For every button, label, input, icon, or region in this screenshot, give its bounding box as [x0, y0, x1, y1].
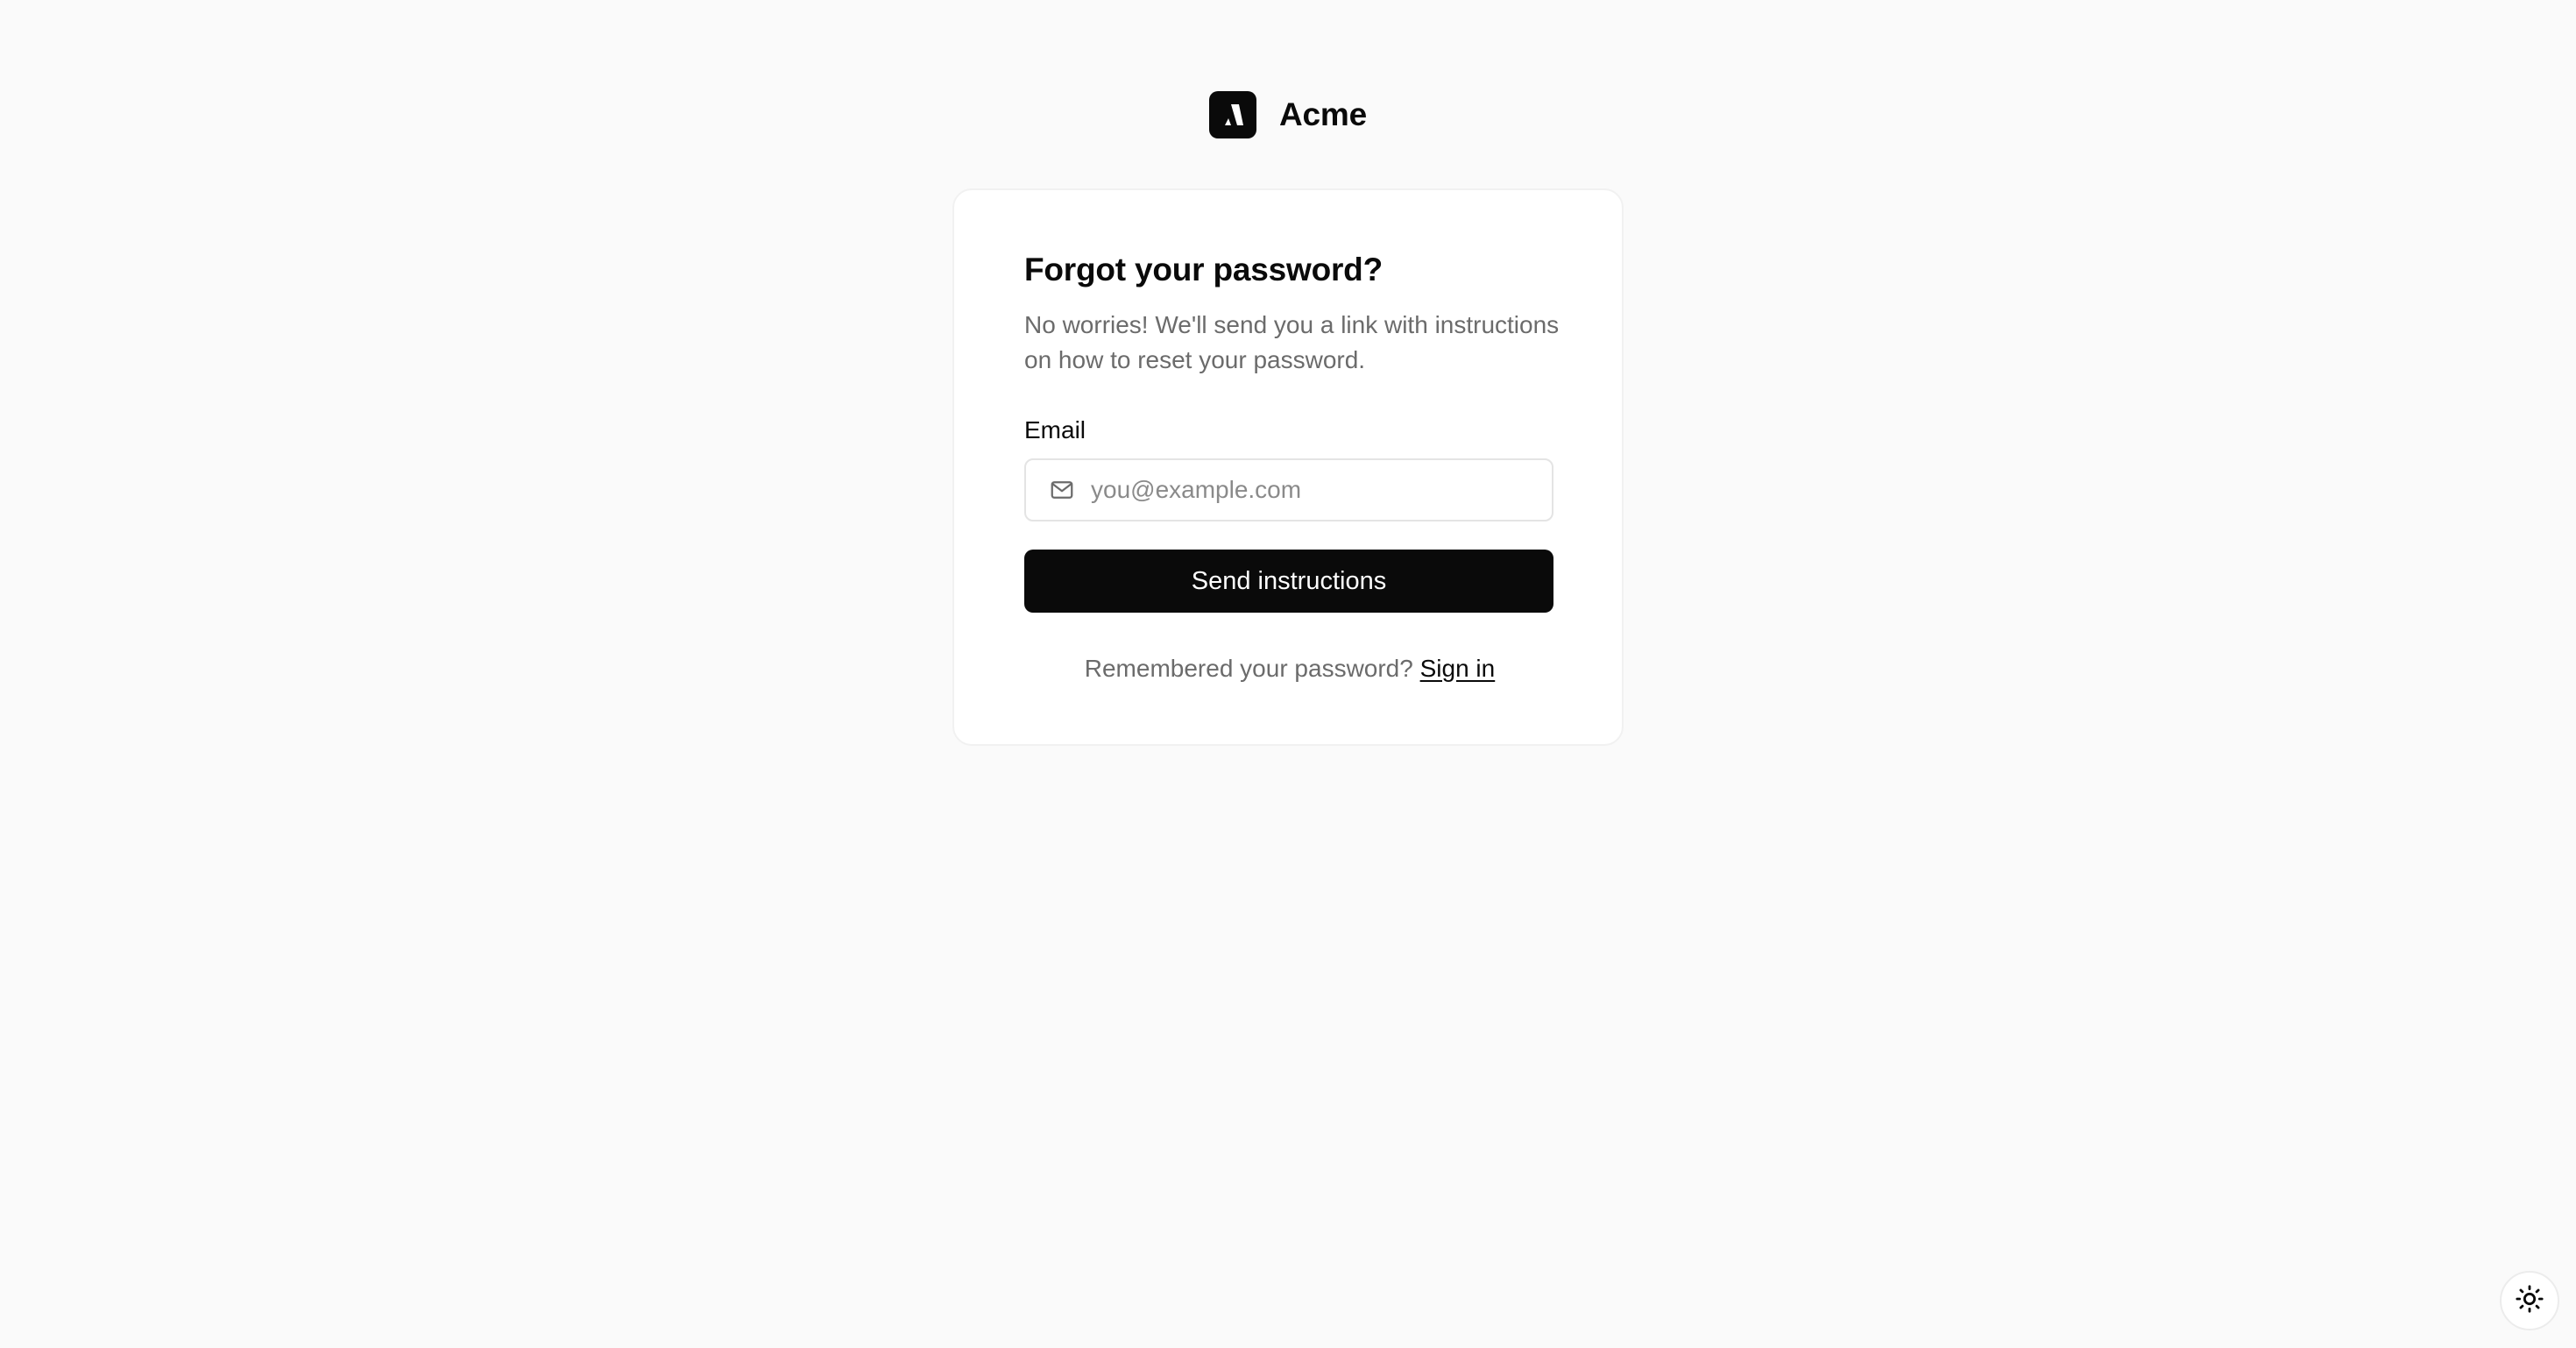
brand-name: Acme [1279, 96, 1367, 132]
page-title: Forgot your password? [1024, 252, 1383, 287]
theme-toggle-button[interactable] [2500, 1271, 2559, 1330]
page-subtitle: No worries! We'll send you a link with i… [1024, 311, 1560, 373]
acme-logo-icon [1209, 91, 1256, 138]
sign-in-prompt-text: Remembered your password? [1084, 655, 1413, 682]
mail-icon [1047, 475, 1077, 505]
forgot-password-card: Forgot your password? No worries! We'll … [952, 188, 1624, 746]
email-field-wrapper[interactable] [1024, 458, 1553, 521]
brand-header: Acme [0, 91, 2576, 138]
sign-in-prompt: Remembered your password? Sign in [954, 655, 1625, 683]
email-label: Email [1024, 416, 1086, 443]
email-input[interactable] [1091, 464, 1529, 516]
sign-in-link[interactable]: Sign in [1420, 655, 1496, 682]
send-instructions-button[interactable]: Send instructions [1024, 550, 1553, 613]
sun-icon [2515, 1284, 2544, 1318]
